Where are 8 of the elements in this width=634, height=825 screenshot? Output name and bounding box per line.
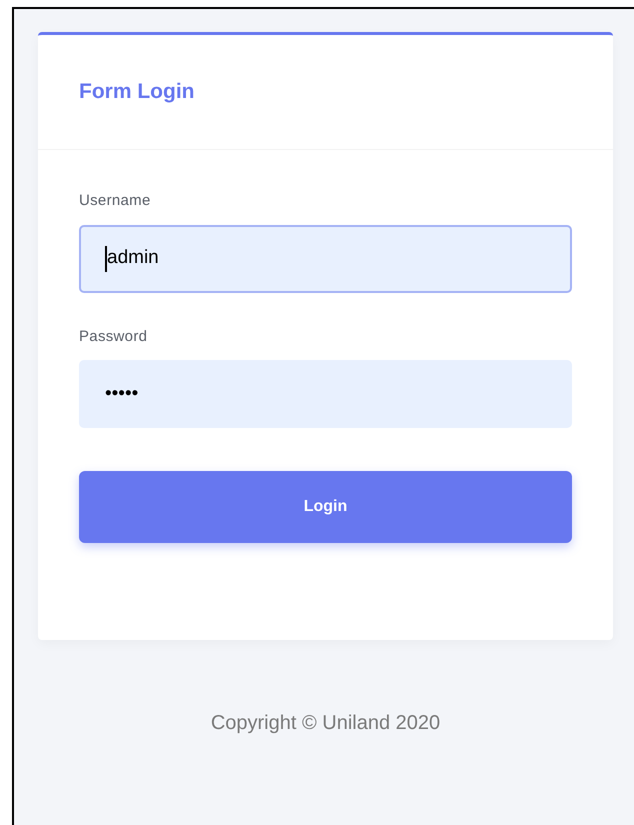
text-cursor-icon: [105, 246, 107, 272]
login-button[interactable]: Login: [79, 471, 572, 543]
copyright-text: Copyright © Uniland 2020: [210, 711, 440, 736]
input-field[interactable]: •••••: [79, 360, 572, 428]
field-label: Username: [79, 191, 152, 211]
field-label: Password: [79, 326, 148, 346]
input-field[interactable]: admin: [79, 224, 572, 292]
card-title: Form Login: [79, 79, 194, 106]
